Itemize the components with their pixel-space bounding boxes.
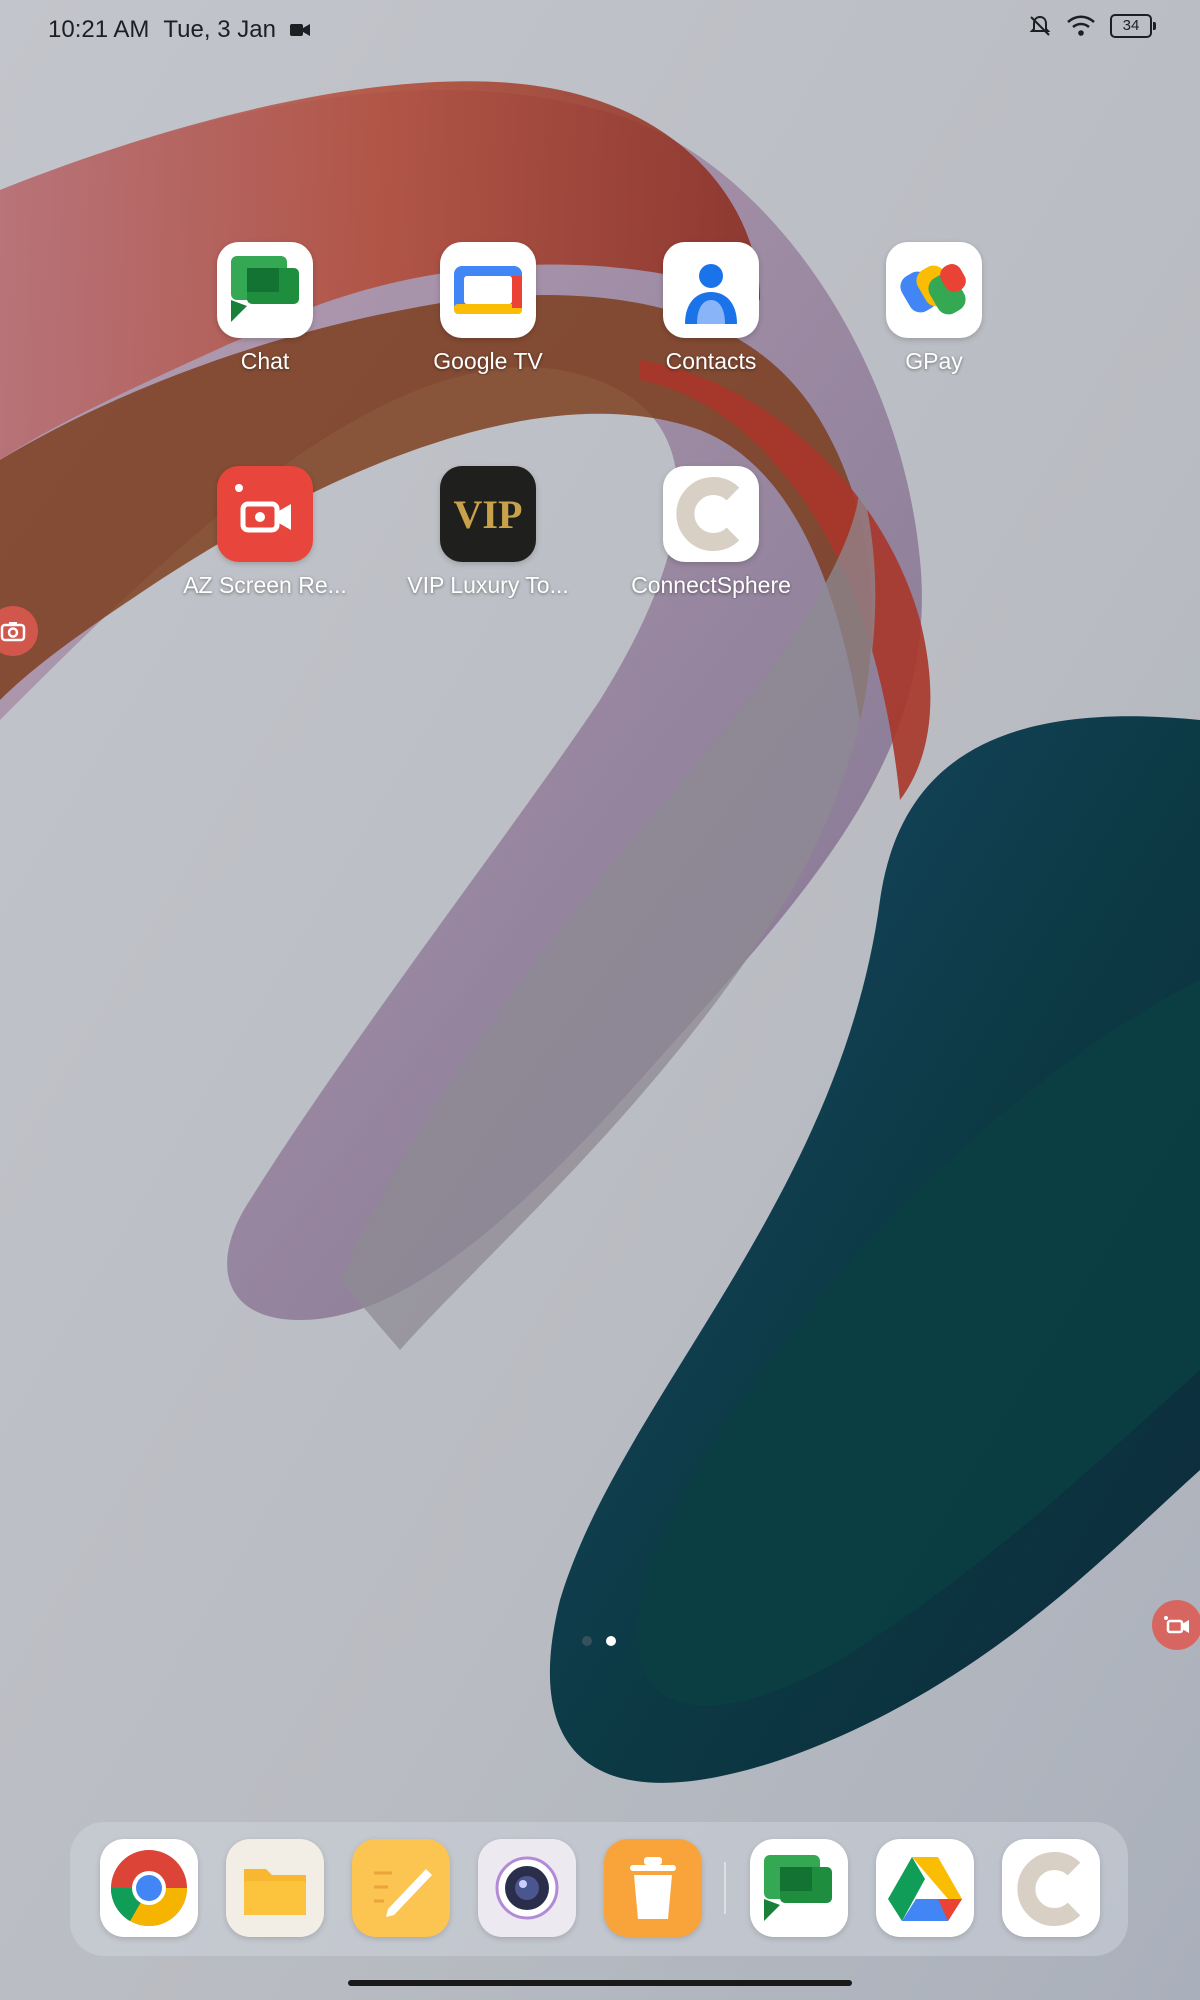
app-google-tv[interactable]: Google TV [388, 242, 588, 375]
az-screen-recorder-icon [217, 466, 313, 562]
app-contacts[interactable]: Contacts [611, 242, 811, 375]
video-record-icon [289, 24, 310, 36]
dock [70, 1822, 1128, 1956]
battery-icon: 34 [1110, 14, 1156, 38]
wifi-icon [1067, 15, 1095, 36]
google-drive-icon[interactable] [876, 1839, 974, 1937]
app-label: GPay [905, 348, 963, 374]
google-chat-icon[interactable] [750, 1839, 848, 1937]
notes-icon[interactable] [352, 1839, 450, 1937]
app-label: Google TV [433, 348, 543, 374]
dock-divider [724, 1862, 726, 1914]
connectsphere-icon[interactable] [1002, 1839, 1100, 1937]
google-chat-icon [217, 242, 313, 338]
app-label: AZ Screen Re... [183, 572, 347, 598]
app-chat[interactable]: Chat [165, 242, 365, 375]
status-bar: 10:21 AM Tue, 3 Jan 34 [0, 0, 1200, 60]
app-gpay[interactable]: GPay [834, 242, 1034, 375]
gpay-icon [886, 242, 982, 338]
camera-icon[interactable] [478, 1839, 576, 1937]
chrome-icon[interactable] [100, 1839, 198, 1937]
app-connectsphere[interactable]: ConnectSphere [611, 466, 811, 599]
page-indicator[interactable] [582, 1636, 616, 1646]
home-indicator-bar[interactable] [348, 1980, 852, 1986]
google-tv-icon [440, 242, 536, 338]
status-date: Tue, 3 Jan [163, 16, 276, 43]
svg-text:VIP: VIP [454, 492, 523, 537]
app-label: ConnectSphere [631, 572, 791, 598]
app-az-screen-recorder[interactable]: AZ Screen Re... [165, 466, 365, 599]
vip-luxury-icon: VIP [440, 466, 536, 562]
connectsphere-icon [663, 466, 759, 562]
files-icon[interactable] [226, 1839, 324, 1937]
cleaner-icon[interactable] [604, 1839, 702, 1937]
bell-muted-icon [1029, 15, 1051, 36]
app-vip-luxury[interactable]: VIP VIP Luxury To... [388, 466, 588, 599]
app-label: Contacts [665, 348, 757, 374]
page-dot [582, 1636, 592, 1646]
app-label: VIP Luxury To... [407, 572, 569, 598]
contacts-icon [663, 242, 759, 338]
page-dot-active [606, 1636, 616, 1646]
app-label: Chat [240, 348, 290, 374]
screen-record-float-icon[interactable] [1152, 1600, 1200, 1650]
status-time: 10:21 AM [48, 16, 150, 43]
